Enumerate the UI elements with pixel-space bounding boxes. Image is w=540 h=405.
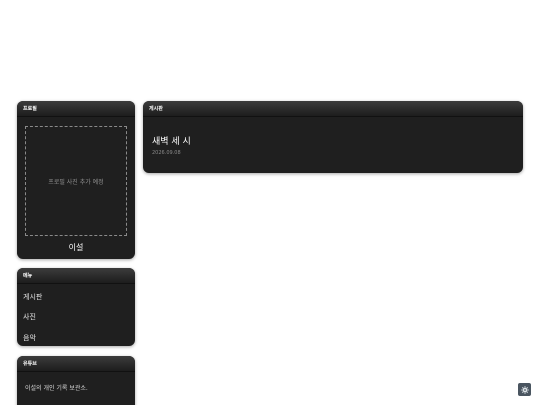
settings-button[interactable] — [518, 383, 531, 396]
profile-photo-placeholder-text: 프로필 사진 추가 예정 — [48, 178, 104, 186]
page: 프로필 프로필 사진 추가 예정 이설 메뉴 게시판 사진 음악 유튜브 이설의… — [0, 0, 540, 405]
menu-panel: 메뉴 게시판 사진 음악 — [17, 268, 135, 346]
youtube-description: 이설의 개인 기록 보관소. — [25, 385, 88, 392]
menu-item-photos[interactable]: 사진 — [23, 312, 36, 322]
profile-photo-placeholder: 프로필 사진 추가 예정 — [25, 126, 127, 236]
profile-panel-header: 프로필 — [17, 101, 135, 117]
gear-icon — [520, 385, 529, 394]
youtube-panel: 유튜브 이설의 개인 기록 보관소. — [17, 356, 135, 405]
post-title-link[interactable]: 새벽 세 시 — [152, 134, 191, 147]
profile-name: 이설 — [68, 243, 84, 252]
menu-item-board[interactable]: 게시판 — [23, 292, 42, 302]
post-date: 2026.09.08 — [152, 150, 181, 156]
menu-panel-header: 메뉴 — [17, 268, 135, 284]
profile-panel: 프로필 프로필 사진 추가 예정 이설 — [17, 101, 135, 259]
board-panel-header: 게시판 — [143, 101, 523, 117]
youtube-panel-header: 유튜브 — [17, 356, 135, 372]
menu-item-music[interactable]: 음악 — [23, 333, 36, 343]
board-panel: 게시판 새벽 세 시 2026.09.08 — [143, 101, 523, 173]
